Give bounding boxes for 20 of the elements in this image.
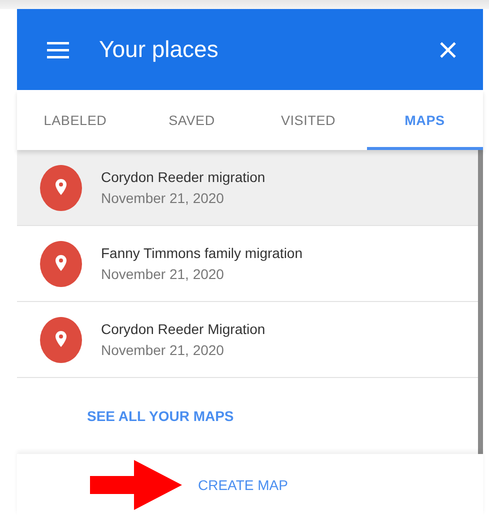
map-name: Corydon Reeder migration [101,169,266,185]
map-pin-icon [40,240,82,286]
map-pin-icon [40,316,82,362]
map-name: Fanny Timmons family migration [101,245,303,261]
map-pin-icon [40,164,82,210]
menu-icon[interactable] [47,40,69,58]
see-all-maps-link[interactable]: SEE ALL YOUR MAPS [87,408,234,424]
create-map-button[interactable]: CREATE MAP [196,473,290,497]
tab[interactable]: SAVED [134,90,250,150]
map-date: November 21, 2020 [101,190,225,206]
tab[interactable]: VISITED [250,90,366,150]
tab[interactable]: LABELED [17,90,134,150]
map-date: November 21, 2020 [101,342,225,358]
scrollbar[interactable] [478,150,483,454]
map-name: Corydon Reeder Migration [101,321,266,337]
close-icon[interactable] [439,40,457,58]
map-date: November 21, 2020 [101,266,225,282]
arrow-icon [90,460,182,510]
header-title: Your places [99,36,220,63]
map-list-item[interactable]: Corydon Reeder migration November 21, 2020 [17,150,478,226]
